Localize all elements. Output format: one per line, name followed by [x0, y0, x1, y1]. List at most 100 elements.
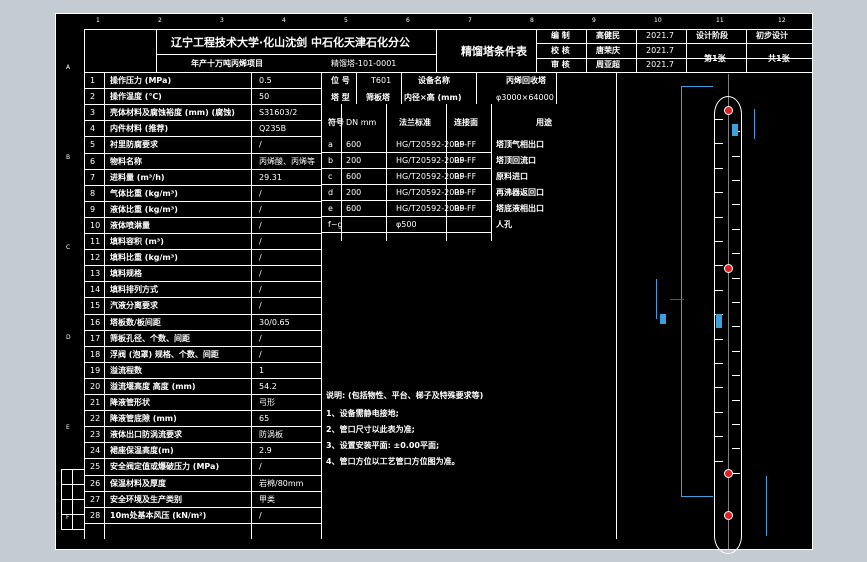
row-divider — [84, 281, 321, 283]
condition-item: 壳体材料及腐蚀裕度 (mm) (腐蚀) — [110, 108, 235, 118]
tray-line — [715, 265, 723, 267]
role-name: 高健民 — [596, 31, 620, 40]
condition-number: 17 — [90, 333, 101, 343]
stage-value: 初步设计 — [756, 31, 788, 40]
dims-value: φ3000×64000 — [496, 93, 554, 102]
tray-line — [732, 302, 740, 303]
condition-item: 降液管形状 — [110, 398, 150, 407]
dimension-line — [656, 279, 657, 319]
row-divider — [84, 297, 321, 299]
role-date: 2021.7 — [646, 46, 674, 55]
role-date: 2021.7 — [646, 31, 674, 40]
condition-value: 50 — [259, 92, 270, 102]
ruler-column-label: 3 — [220, 17, 224, 24]
condition-value: 甲类 — [259, 494, 275, 504]
nozzle-symbol: a — [328, 140, 333, 149]
nozzle-row-divider — [321, 232, 491, 233]
ruler-column-label: 4 — [282, 17, 286, 24]
condition-value: / — [259, 349, 262, 359]
feed-nozzle — [724, 264, 733, 273]
ruler-column-label: 2 — [158, 17, 162, 24]
condition-value: / — [259, 285, 262, 295]
note-line: 1、设备需静电接地; — [326, 409, 399, 418]
ruler-column-label: 11 — [716, 17, 724, 24]
tray-line — [732, 375, 740, 377]
nozzle-header-symbol: 符号 — [328, 118, 344, 127]
reboiler-nozzle — [724, 469, 733, 478]
condition-item: 衬里防腐要求 — [110, 140, 158, 150]
condition-number: 14 — [90, 285, 101, 295]
condition-item: 填料排列方式 — [110, 285, 158, 295]
condition-value: / — [259, 220, 262, 230]
nozzle-use: 塔顶回流口 — [496, 156, 536, 165]
condition-number: 20 — [90, 381, 101, 391]
condition-item: 裙座保温高度(m) — [110, 446, 174, 456]
nozzle-face: RF-FF — [454, 140, 477, 149]
nozzle-use: 再沸器返回口 — [496, 188, 544, 197]
dimension-line — [681, 496, 713, 497]
condition-item: 液体喷淋量 — [110, 220, 150, 230]
tray-line — [732, 228, 740, 230]
condition-number: 15 — [90, 301, 101, 311]
nozzle-symbol: f~g — [328, 220, 343, 229]
condition-number: 3 — [90, 108, 96, 118]
tower-type-value: 筛板塔 — [366, 93, 390, 102]
condition-value: 2.9 — [259, 446, 272, 456]
condition-item: 物料名称 — [110, 156, 142, 166]
bottom-nozzle — [724, 511, 733, 520]
condition-value: 65 — [259, 414, 270, 424]
nozzle-symbol: d — [328, 188, 334, 197]
tray-line — [715, 119, 723, 120]
ruler-column-label: 9 — [592, 17, 596, 24]
condition-value: 29.31 — [259, 172, 282, 182]
ruler-column-label: 6 — [406, 17, 410, 24]
role-label: 校 核 — [551, 46, 570, 55]
marker — [660, 314, 666, 324]
tag-value: T601 — [371, 76, 392, 85]
condition-item: 溢流程数 — [110, 365, 142, 375]
marker — [732, 124, 738, 136]
tray-line — [732, 277, 740, 279]
condition-item: 操作温度 (℃) — [110, 92, 162, 102]
nozzle-symbol: b — [328, 156, 334, 165]
document-title: 精馏塔条件表 — [461, 45, 527, 58]
row-divider — [84, 152, 321, 154]
tray-line — [715, 167, 723, 169]
condition-item: 安全环境及生产类别 — [110, 494, 182, 504]
ruler-column-label: 7 — [468, 17, 472, 24]
tray-line — [715, 192, 723, 194]
ruler-column-label: 10 — [654, 17, 662, 24]
condition-number: 1 — [90, 76, 96, 85]
ruler-column-label: 1 — [96, 17, 100, 24]
tray-line — [732, 448, 740, 450]
condition-number: 5 — [90, 140, 96, 150]
row-divider — [84, 361, 321, 363]
condition-item: 安全阀定值或爆破压力 (MPa) — [110, 462, 220, 472]
role-label: 审 核 — [551, 60, 570, 69]
row-divider — [84, 249, 321, 251]
equipment-name-label: 设备名称 — [418, 76, 450, 85]
drawing-number: 精馏塔-101-0001 — [331, 59, 397, 68]
ruler-column-label: 5 — [344, 17, 348, 24]
tray-line — [715, 436, 723, 438]
tray-line — [715, 241, 723, 242]
condition-value: 0.5 — [259, 76, 272, 85]
role-label: 编 制 — [551, 31, 570, 40]
condition-value: / — [259, 269, 262, 279]
condition-value: / — [259, 204, 262, 214]
row-divider — [84, 88, 321, 90]
nozzle-header-face: 连接面 — [454, 118, 478, 127]
nozzle-dn: 600 — [346, 204, 362, 213]
condition-value: / — [259, 333, 262, 343]
condition-item: 操作压力 (MPa) — [110, 76, 172, 85]
tray-line — [732, 326, 740, 328]
equipment-name-value: 丙烯回收塔 — [506, 76, 546, 85]
nozzle-row-divider — [321, 168, 491, 169]
row-divider — [84, 458, 321, 460]
tray-line — [715, 411, 723, 413]
condition-number: 19 — [90, 365, 101, 375]
row-divider — [84, 184, 321, 186]
role-name: 周亚超 — [596, 60, 620, 69]
nozzle-use: 人孔 — [496, 220, 512, 229]
leader-line — [670, 299, 684, 300]
